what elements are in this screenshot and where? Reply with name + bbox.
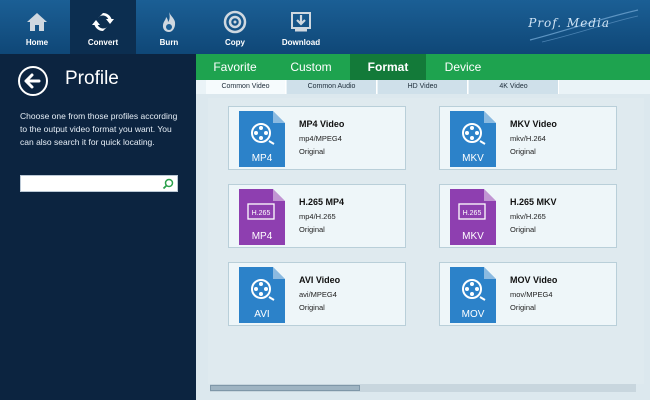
home-icon	[27, 13, 47, 31]
profile-quality: Original	[510, 147, 536, 156]
avi-file-icon: AVI	[239, 267, 285, 323]
search-input[interactable]	[23, 177, 161, 190]
profile-codec: mp4/H.265	[299, 212, 336, 221]
h265-mkv-file-icon: H.265 MKV	[450, 189, 496, 245]
arrow-left-icon	[24, 73, 41, 89]
mp4-badge-label: MP4	[252, 153, 273, 164]
tab-favorite[interactable]: Favorite	[202, 54, 268, 80]
toolbar-convert-label: Convert	[87, 38, 119, 47]
copy-icon	[223, 10, 247, 34]
profile-card-avi-video[interactable]: AVI AVI Video avi/MPEG4 Original	[228, 262, 406, 326]
profile-quality: Original	[510, 303, 536, 312]
profile-card-h265-mkv[interactable]: H.265 MKV H.265 MKV mkv/H.265 Original	[439, 184, 617, 248]
profile-card-h265-mp4[interactable]: H.265 MP4 H.265 MP4 mp4/H.265 Original	[228, 184, 406, 248]
profile-codec: mp4/MPEG4	[299, 134, 342, 143]
tab-custom[interactable]: Custom	[276, 54, 346, 80]
profile-name: H.265 MKV	[510, 197, 557, 207]
tab-device[interactable]: Device	[428, 54, 498, 80]
profile-codec: avi/MPEG4	[299, 290, 337, 299]
subtab-common-video[interactable]: Common Video	[206, 80, 286, 94]
h265-mkv-codec-mark: H.265	[463, 210, 482, 217]
category-tab-bar: Common Video Common Audio HD Video 4K Vi…	[196, 80, 650, 94]
toolbar-home-button[interactable]: Home	[4, 0, 70, 54]
mkv-file-icon: MKV	[450, 111, 496, 167]
profile-name: MP4 Video	[299, 119, 345, 129]
profile-quality: Original	[299, 303, 325, 312]
h265-mp4-file-icon: H.265 MP4	[239, 189, 285, 245]
download-icon	[291, 12, 311, 32]
brand-logo: Prof. Media	[528, 16, 610, 30]
toolbar-burn-button[interactable]: Burn	[136, 0, 202, 54]
mkv-badge-label: MKV	[462, 153, 484, 164]
subtab-4k-video[interactable]: 4K Video	[469, 80, 559, 94]
search-box[interactable]	[20, 175, 178, 192]
back-button[interactable]	[18, 66, 48, 96]
scrollbar-thumb[interactable]	[210, 385, 360, 391]
page-title: Profile	[65, 68, 119, 89]
convert-icon	[92, 12, 114, 32]
profile-name: MKV Video	[510, 119, 557, 129]
toolbar-burn-label: Burn	[159, 38, 179, 47]
tab-format[interactable]: Format	[350, 54, 426, 80]
top-toolbar: Home Convert Burn Copy Download Prof. Me…	[0, 0, 650, 54]
toolbar-download-label: Download	[281, 38, 321, 47]
profile-codec: mov/MPEG4	[510, 290, 553, 299]
profile-quality: Original	[299, 225, 325, 234]
profile-card-mkv-video[interactable]: MKV MKV Video mkv/H.264 Original	[439, 106, 617, 170]
profile-codec: mkv/H.264	[510, 134, 546, 143]
subtab-common-audio[interactable]: Common Audio	[287, 80, 377, 94]
profile-name: H.265 MP4	[299, 197, 345, 207]
toolbar-download-button[interactable]: Download	[268, 0, 334, 54]
profile-codec: mkv/H.265	[510, 212, 546, 221]
profile-card-mp4-video[interactable]: MP4 MP4 Video mp4/MPEG4 Original	[228, 106, 406, 170]
toolbar-home-label: Home	[25, 38, 49, 47]
profile-description: Choose one from those profiles according…	[20, 111, 178, 147]
mov-file-icon: MOV	[450, 267, 496, 323]
toolbar-copy-button[interactable]: Copy	[202, 0, 268, 54]
mp4-file-icon: MP4	[239, 111, 285, 167]
profile-quality: Original	[299, 147, 325, 156]
profile-card-mov-video[interactable]: MOV MOV Video mov/MPEG4 Original	[439, 262, 617, 326]
mov-badge-label: MOV	[462, 309, 485, 320]
h265-mp4-badge-label: MP4	[252, 231, 273, 242]
burn-icon	[162, 12, 176, 32]
toolbar-copy-label: Copy	[225, 38, 245, 47]
profile-name: AVI Video	[299, 275, 341, 285]
profile-sidebar: Profile Choose one from those profiles a…	[0, 54, 196, 400]
profile-quality: Original	[510, 225, 536, 234]
h265-mkv-badge-label: MKV	[462, 231, 484, 242]
format-tab-bar: Favorite Custom Format Device	[196, 54, 650, 80]
h265-mp4-codec-mark: H.265	[252, 210, 271, 217]
profile-name: MOV Video	[510, 275, 558, 285]
avi-badge-label: AVI	[254, 309, 269, 320]
profile-grid: MP4 MP4 Video mp4/MPEG4 Original MKV MKV…	[208, 98, 644, 384]
horizontal-scrollbar[interactable]	[210, 384, 636, 392]
toolbar-convert-button[interactable]: Convert	[70, 0, 136, 54]
subtab-hd-video[interactable]: HD Video	[378, 80, 468, 94]
search-icon[interactable]	[162, 178, 174, 190]
profile-content: Favorite Custom Format Device Common Vid…	[196, 54, 650, 400]
